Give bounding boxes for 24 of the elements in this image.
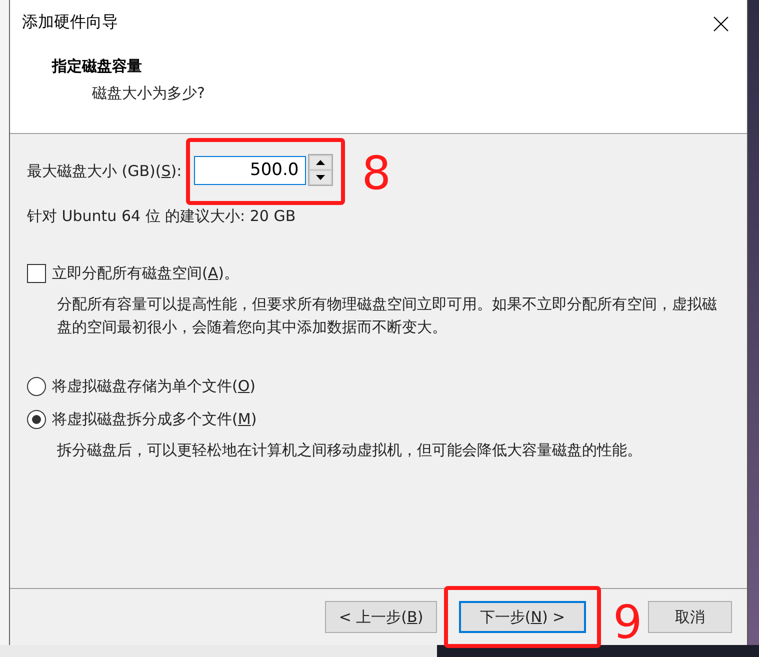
up-triangle-icon [316, 160, 325, 165]
step-subtitle: 磁盘大小为多少? [92, 84, 206, 103]
wizard-button[interactable]: 取消 [648, 601, 732, 633]
wizard-button[interactable]: < 上一步(B) [325, 601, 437, 633]
spin-down-button[interactable] [308, 170, 332, 185]
recommendation-text: 针对 Ubuntu 64 位 的建议大小: 20 GB [27, 207, 297, 226]
disk-size-label: 最大磁盘大小 (GB)(S): [27, 162, 182, 181]
radio-label[interactable]: 将虚拟磁盘拆分成多个文件(M) [52, 410, 257, 429]
spin-up-button[interactable] [308, 155, 332, 170]
checkbox-label[interactable]: 立即分配所有磁盘空间(A)。 [52, 264, 239, 283]
step-number: 8 [362, 150, 391, 196]
checkbox[interactable] [27, 264, 46, 283]
radio-button[interactable] [27, 377, 46, 396]
radio-label[interactable]: 将虚拟磁盘存储为单个文件(O) [52, 377, 256, 396]
down-triangle-icon [316, 175, 325, 180]
wizard-button[interactable]: 下一步(N) > [459, 601, 586, 633]
window-title: 添加硬件向导 [22, 12, 118, 33]
step-number: 9 [613, 599, 642, 645]
close-icon[interactable] [713, 16, 729, 32]
step-title: 指定磁盘容量 [52, 57, 143, 76]
disk-size-field[interactable]: 500.0 [194, 156, 306, 184]
option-description: 分配所有容量可以提高性能，但要求所有物理磁盘空间立即可用。如果不立即分配所有空间，虚拟磁盘的空间最初很小，会随着您向其中添加数据而不断变大。 [57, 294, 718, 338]
radio-button[interactable] [27, 410, 46, 429]
option-description: 拆分磁盘后，可以更轻松地在计算机之间移动虚拟机，但可能会降低大容量磁盘的性能。 [57, 440, 643, 461]
